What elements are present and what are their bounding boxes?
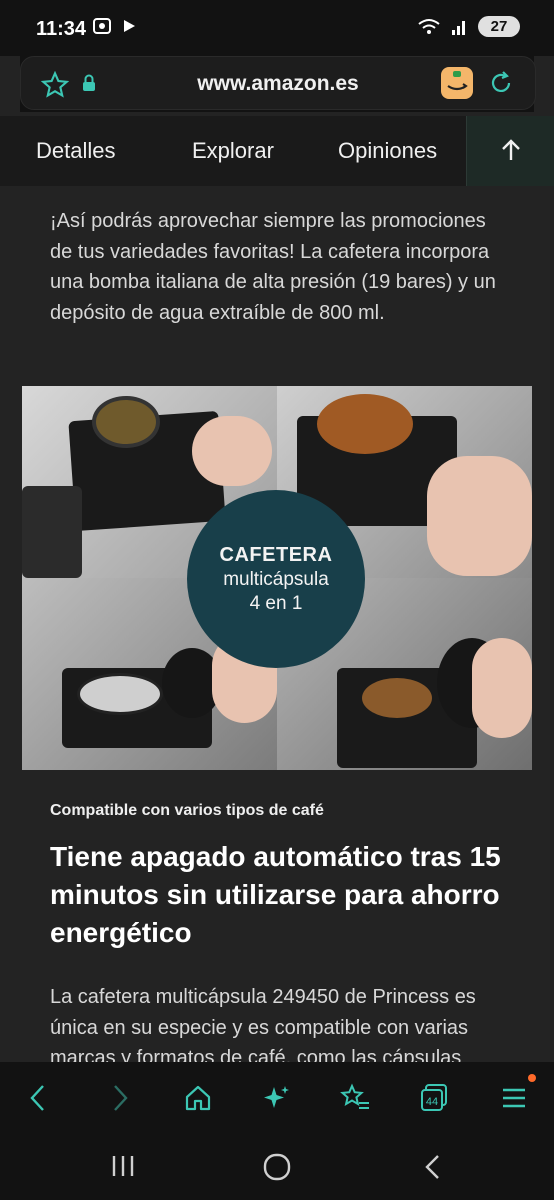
- back-button[interactable]: [20, 1080, 56, 1116]
- product-image[interactable]: CAFETERA multicápsula 4 en 1: [22, 386, 532, 770]
- forward-button[interactable]: [102, 1080, 138, 1116]
- status-time: 11:34: [36, 18, 87, 40]
- scroll-top-button[interactable]: [466, 116, 554, 186]
- tab-opiniones[interactable]: Opiniones: [338, 138, 437, 164]
- reload-icon[interactable]: [487, 69, 515, 97]
- chevron-right-icon: [114, 1085, 128, 1111]
- system-navigation: [0, 1134, 554, 1200]
- badge-subtitle: multicápsula: [223, 568, 329, 590]
- arrow-up-icon: [502, 139, 520, 160]
- badge-title: CAFETERA: [219, 543, 333, 566]
- home-circle-icon[interactable]: [262, 1152, 292, 1182]
- section-tabs: Detalles Explorar Opiniones: [0, 116, 554, 187]
- badge-subtitle-2: 4 en 1: [249, 592, 303, 614]
- home-icon: [185, 1085, 211, 1111]
- system-back-icon[interactable]: [420, 1152, 446, 1182]
- signal-icon: [452, 20, 465, 35]
- tab-detalles[interactable]: Detalles: [36, 138, 115, 164]
- recent-apps-icon[interactable]: [110, 1152, 136, 1180]
- tab-explorar[interactable]: Explorar: [192, 138, 274, 164]
- notification-dot: [528, 1074, 536, 1082]
- home-button[interactable]: [180, 1080, 216, 1116]
- assistant-button[interactable]: [259, 1080, 295, 1116]
- amazon-extension-icon[interactable]: [441, 67, 473, 99]
- tabs-count: 44: [426, 1096, 438, 1108]
- star-list-icon: [340, 1083, 369, 1109]
- tabs-button[interactable]: 44: [416, 1080, 452, 1116]
- bookmarks-button[interactable]: [337, 1080, 373, 1116]
- status-bar: 11:34 27: [0, 0, 554, 56]
- wifi-icon: [418, 18, 440, 34]
- battery-indicator: 27: [478, 16, 520, 37]
- image-badge: CAFETERA multicápsula 4 en 1: [187, 490, 365, 668]
- play-icon: [124, 20, 135, 32]
- menu-button[interactable]: [496, 1080, 532, 1116]
- description-paragraph-2: La cafetera multicápsula 249450 de Princ…: [50, 986, 476, 1062]
- tabs-icon: 44: [421, 1084, 447, 1111]
- page-content: ¡Así podrás aprovechar siempre las promo…: [0, 186, 554, 1062]
- description-paragraph: ¡Así podrás aprovechar siempre las promo…: [50, 210, 496, 324]
- status-notifications: [92, 16, 138, 36]
- url-bar: www.amazon.es: [20, 56, 536, 112]
- section-heading: Tiene apagado automático tras 15 minutos…: [50, 841, 501, 948]
- chevron-left-icon: [30, 1085, 44, 1111]
- screenshot-icon: [93, 18, 111, 34]
- hamburger-menu-icon: [503, 1088, 525, 1108]
- url-field[interactable]: www.amazon.es: [20, 56, 536, 110]
- sparkle-icon: [264, 1086, 289, 1108]
- section-subheading: Compatible con varios tipos de café: [50, 802, 324, 819]
- browser-toolbar: 44: [0, 1062, 554, 1134]
